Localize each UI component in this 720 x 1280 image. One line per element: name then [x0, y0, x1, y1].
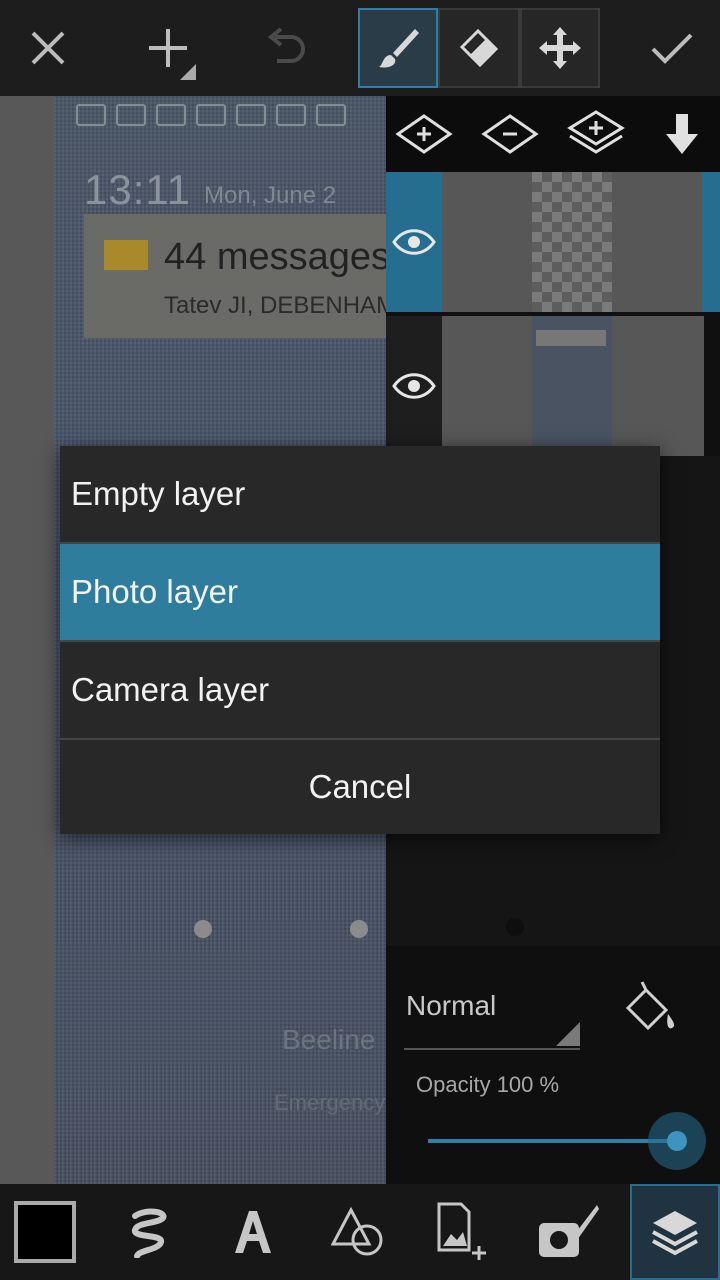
paint-bucket-icon[interactable]	[618, 978, 682, 1042]
shapes-icon	[331, 1206, 383, 1256]
layer-visibility-toggle[interactable]	[386, 316, 442, 456]
add-image-button[interactable]	[416, 1184, 506, 1280]
layer-thumbnail-area	[442, 172, 704, 312]
brush-icon	[379, 29, 419, 68]
color-swatch	[14, 1201, 76, 1263]
arrow-down-icon	[666, 114, 698, 154]
page-dot	[506, 918, 524, 936]
opacity-slider-track[interactable]	[428, 1139, 678, 1143]
blend-mode-select[interactable]: Normal	[406, 990, 496, 1022]
camera-brush-button[interactable]	[524, 1184, 614, 1280]
slider-knob-center	[667, 1131, 687, 1151]
apply-button[interactable]	[632, 8, 712, 88]
top-toolbar	[0, 0, 720, 96]
eraser-tool-button[interactable]	[438, 8, 520, 88]
layer-thumbnail-area	[442, 316, 704, 456]
notification-icon	[196, 104, 226, 126]
text-tool-button[interactable]	[208, 1184, 298, 1280]
layer-row-1[interactable]	[386, 172, 720, 312]
opacity-label: Opacity 100 %	[416, 1072, 560, 1097]
shapes-button[interactable]	[314, 1184, 404, 1280]
layer-visibility-toggle[interactable]	[386, 172, 442, 312]
layers-icon	[652, 1211, 698, 1256]
add-layer-dialog: Empty layer Photo layer Camera layer Can…	[60, 446, 660, 834]
bottom-toolbar	[0, 1184, 720, 1280]
cancel-button[interactable]: Cancel	[60, 740, 660, 834]
carrier-label: Beeline	[282, 1024, 376, 1055]
brush-tool-button[interactable]	[358, 8, 438, 88]
page-dot	[350, 920, 368, 938]
close-icon	[31, 31, 65, 65]
merge-layers-icon	[567, 110, 625, 154]
dialog-item-camera-layer[interactable]: Camera layer	[60, 642, 660, 738]
lockscreen-notification: 44 messages Tatev JI, DEBENHAMS,	[84, 214, 386, 338]
dialog-item-empty-layer[interactable]: Empty layer	[60, 446, 660, 542]
eraser-icon	[459, 28, 499, 68]
notification-title: 44 messages	[164, 236, 386, 278]
selection-indicator	[702, 172, 720, 312]
layers-toolbar	[386, 96, 720, 172]
dropdown-corner-icon	[556, 1022, 580, 1046]
transparent-thumbnail	[532, 172, 612, 312]
eye-icon	[392, 373, 436, 399]
color-picker-button[interactable]	[0, 1184, 90, 1280]
notification-subtitle: Tatev JI, DEBENHAMS,	[164, 292, 386, 319]
lasso-button[interactable]	[104, 1184, 194, 1280]
layers-button[interactable]	[630, 1184, 720, 1280]
add-button[interactable]	[126, 8, 210, 88]
notification-icon	[316, 104, 346, 126]
remove-layer-icon	[481, 114, 539, 154]
opacity-slider-handle[interactable]	[648, 1112, 706, 1170]
notification-icon	[116, 104, 146, 126]
camera-brush-icon	[539, 1205, 599, 1257]
mail-icon	[104, 240, 148, 270]
move-icon	[539, 27, 581, 69]
check-icon	[651, 33, 693, 64]
layer-row-2[interactable]	[386, 316, 720, 456]
blend-mode-underline	[404, 1048, 580, 1050]
status-bar-icons	[76, 104, 346, 126]
add-layer-button[interactable]	[394, 108, 454, 160]
text-icon	[235, 1211, 271, 1253]
lockscreen-time: 13:11	[84, 166, 191, 213]
canvas-background	[0, 96, 54, 1184]
dropdown-corner-icon	[180, 64, 196, 80]
dialog-item-photo-layer[interactable]: Photo layer	[60, 544, 660, 640]
notification-icon	[276, 104, 306, 126]
notification-icon	[236, 104, 266, 126]
move-layer-down-button[interactable]	[652, 108, 712, 160]
lockscreen-date: Mon, June 2	[204, 182, 337, 209]
notification-icon	[156, 104, 186, 126]
add-image-icon	[437, 1202, 486, 1260]
move-tool-button[interactable]	[520, 8, 600, 88]
photo-thumbnail	[532, 316, 612, 456]
emergency-label: Emergency calls only	[274, 1090, 386, 1115]
eye-icon	[392, 229, 436, 255]
lasso-icon	[132, 1208, 167, 1258]
merge-layers-button[interactable]	[566, 108, 626, 160]
undo-button[interactable]	[246, 8, 326, 88]
blend-panel: Normal Opacity 100 %	[386, 946, 720, 1184]
notification-icon	[76, 104, 106, 126]
add-layer-icon	[395, 114, 453, 154]
page-dot	[194, 920, 212, 938]
undo-icon	[267, 27, 305, 63]
remove-layer-button[interactable]	[480, 108, 540, 160]
close-button[interactable]	[8, 8, 88, 88]
thumbnail-notification	[536, 330, 606, 346]
